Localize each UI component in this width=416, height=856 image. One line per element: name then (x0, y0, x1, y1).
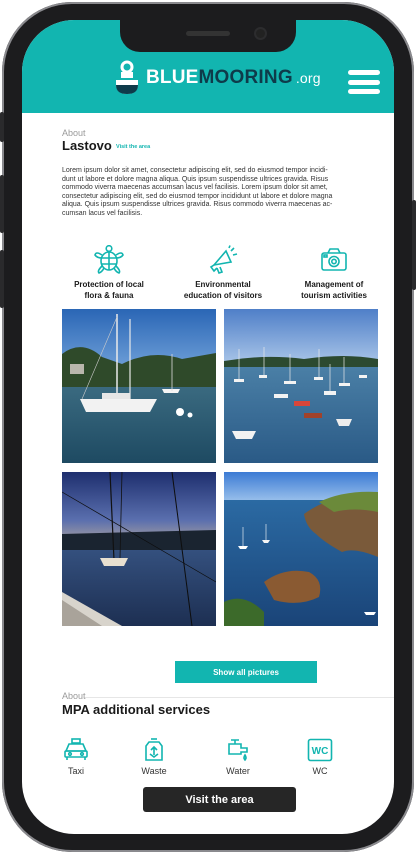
description-line: dunt ut labore et dolore magna aliqua. Q… (62, 175, 329, 183)
speaker-grille (186, 31, 230, 36)
megaphone-icon (209, 245, 238, 274)
brand-wordmark: BLUEMOORING .org (146, 67, 321, 89)
sailboat-sunset-photo[interactable] (62, 472, 216, 626)
moored-boats-bay-photo[interactable] (224, 309, 378, 463)
about-eyebrow: About (62, 128, 86, 138)
front-camera (256, 29, 265, 38)
water-tap-icon (228, 739, 248, 762)
description-line: cumsan lacus vel facilisis. (62, 209, 143, 217)
description-line: Lorem ipsum dolor sit amet, consectetur … (62, 167, 328, 174)
about-description: Lorem ipsum dolor sit amet, consectetur … (62, 167, 394, 219)
brand-tld: .org (295, 70, 321, 86)
service-water[interactable]: Water (208, 738, 268, 776)
feature-label: Management of tourism activities (301, 280, 367, 300)
service-label: Waste (141, 766, 167, 776)
volume-up-button (0, 175, 4, 233)
brand-mooring: MOORING (198, 67, 293, 88)
rocky-coast-photo[interactable] (224, 472, 378, 626)
feature-label: Environmental education of visitors (183, 280, 263, 300)
volume-down-button (0, 250, 4, 308)
feature-education: Environmental education of visitors (168, 245, 278, 301)
notch (120, 20, 296, 52)
phone-screen: BLUEMOORING .org About Lastovo Visit the … (22, 20, 394, 834)
silent-switch (0, 112, 4, 142)
description-line: aliqua. Quis ipsum suspendisse ultrices … (62, 201, 333, 209)
feature-tourism: Management of tourism activities (279, 245, 389, 301)
camera-icon (321, 248, 347, 271)
visit-area-link[interactable]: Visit the area (116, 144, 150, 150)
service-wc[interactable]: WC WC (290, 738, 350, 776)
taxi-icon (64, 738, 88, 760)
power-button (412, 200, 416, 290)
description-line: consectetur adipiscing elit, sed do eius… (62, 192, 333, 200)
feature-label: Protection of local flora & fauna (74, 280, 144, 300)
service-waste[interactable]: Waste (124, 738, 184, 776)
menu-icon[interactable] (348, 70, 380, 94)
service-taxi[interactable]: Taxi (46, 738, 106, 776)
mooring-buoy-icon (116, 60, 138, 94)
brand-logo[interactable]: BLUEMOORING .org (114, 58, 321, 98)
show-all-pictures-button[interactable]: Show all pictures (175, 661, 317, 683)
service-label: Taxi (67, 766, 84, 776)
brand-blue: BLUE (146, 67, 199, 88)
service-label: WC (312, 766, 328, 776)
services-eyebrow: About (62, 691, 86, 701)
sailboat-harbor-photo[interactable] (62, 309, 216, 463)
service-label: Water (226, 766, 250, 776)
visit-area-button[interactable]: Visit the area (143, 787, 296, 812)
turtle-icon (94, 245, 124, 274)
feature-protection: Protection of local flora & fauna (54, 245, 164, 301)
description-line: commodo viverra maecenas accumsan lacus … (62, 184, 328, 192)
about-title: Lastovo (62, 138, 112, 153)
svg-text:WC: WC (312, 746, 329, 757)
section-divider (84, 697, 394, 698)
wc-icon: WC (307, 738, 333, 762)
waste-icon (145, 738, 163, 761)
services-title: MPA additional services (62, 702, 211, 717)
